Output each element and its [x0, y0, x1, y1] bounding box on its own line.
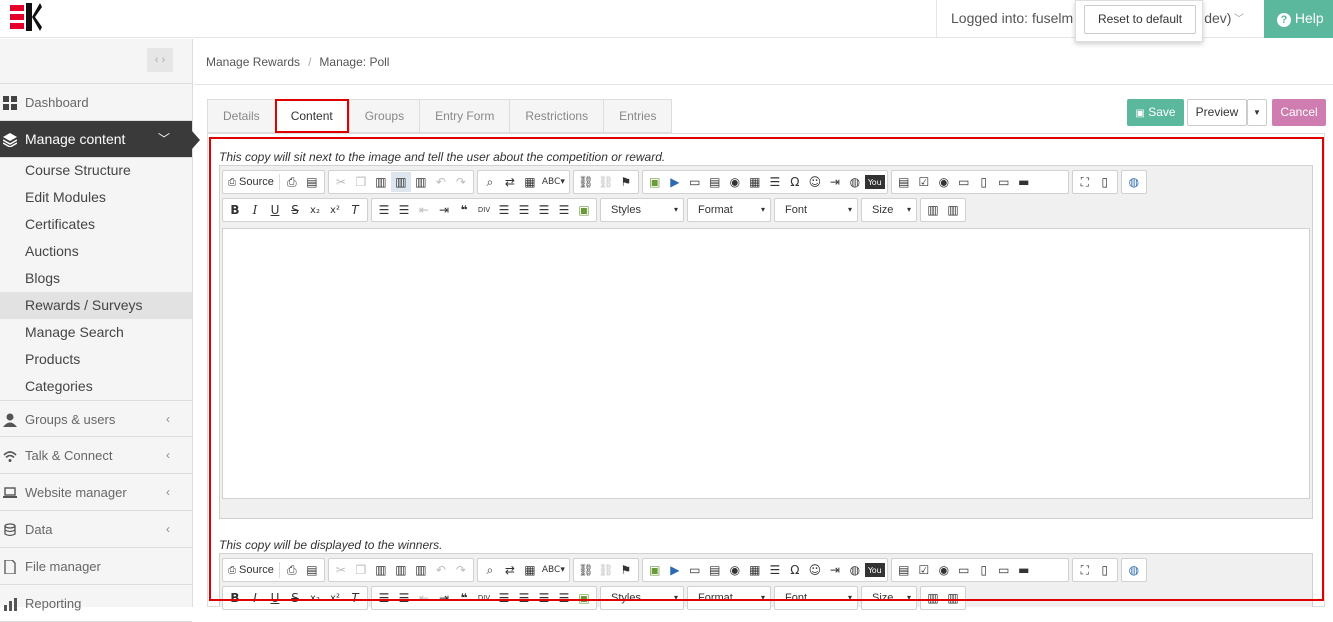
logo-icon[interactable] — [10, 3, 42, 31]
sidebar-item-website-manager[interactable]: Website manager ‹ — [0, 474, 192, 511]
sidebar-sub-rewards-surveys[interactable]: Rewards / Surveys — [0, 292, 192, 319]
sidebar-item-label: Website manager — [25, 485, 127, 500]
layers-icon — [3, 133, 17, 147]
tab-content[interactable]: Content — [274, 99, 349, 133]
preview-dropdown-button[interactable]: ▼ — [1247, 99, 1267, 126]
logged-in-suffix: dev) — [1204, 10, 1232, 26]
chevron-left-icon: ‹ — [166, 485, 170, 499]
tab-groups[interactable]: Groups — [348, 99, 420, 133]
sidebar-item-label: Dashboard — [25, 95, 89, 110]
save-label: Save — [1148, 105, 1176, 119]
sidebar-toggle-button[interactable]: ‹ › — [147, 48, 173, 72]
sidebar-sub-auctions[interactable]: Auctions — [0, 238, 192, 265]
chevron-down-icon: ﹀ — [1234, 14, 1244, 25]
sidebar: ‹ › Dashboard Manage content ﹀ Course St… — [0, 39, 200, 622]
sidebar-item-manage-content[interactable]: Manage content ﹀ — [0, 121, 200, 158]
chevron-left-icon: ‹ — [166, 412, 170, 426]
sidebar-item-data[interactable]: Data ‹ — [0, 511, 192, 548]
sidebar-sub-categories[interactable]: Categories — [0, 373, 192, 400]
sidebar-item-label: Groups & users — [25, 412, 116, 427]
wifi-icon — [3, 451, 17, 462]
preview-button[interactable]: Preview — [1187, 99, 1247, 126]
reset-to-default-button[interactable]: Reset to default — [1084, 5, 1196, 34]
dashboard-icon — [3, 96, 17, 110]
sidebar-item-file-manager[interactable]: File manager — [0, 548, 192, 585]
help-label: Help — [1294, 10, 1324, 26]
tab-entry-form[interactable]: Entry Form — [419, 99, 510, 133]
sidebar-sub-course-structure[interactable]: Course Structure — [0, 157, 192, 184]
sidebar-item-label: Reporting — [25, 596, 82, 611]
sidebar-sub-blogs[interactable]: Blogs — [0, 265, 192, 292]
tab-restrictions[interactable]: Restrictions — [509, 99, 604, 133]
sidebar-item-label: Data — [25, 522, 53, 537]
tab-details[interactable]: Details — [207, 99, 275, 133]
sidebar-sub-certificates[interactable]: Certificates — [0, 211, 192, 238]
sidebar-item-label: File manager — [25, 559, 101, 574]
chart-icon — [4, 598, 17, 611]
database-icon — [4, 523, 16, 537]
save-button[interactable]: ▣ Save — [1127, 99, 1184, 126]
content-highlight — [209, 137, 1324, 601]
action-buttons: ▣ Save Preview ▼ Cancel — [1127, 99, 1326, 126]
breadcrumb: Manage Rewards / Manage: Poll — [194, 39, 1333, 85]
help-button[interactable]: ? Help — [1264, 0, 1333, 38]
breadcrumb-current: Manage: Poll — [319, 55, 390, 69]
chevron-left-icon: ‹ — [166, 522, 170, 536]
sidebar-item-groups-users[interactable]: Groups & users ‹ — [0, 400, 192, 437]
sidebar-sub-products[interactable]: Products — [0, 346, 192, 373]
sidebar-item-reporting[interactable]: Reporting — [0, 585, 192, 622]
logged-in-label: Logged into: fuselm — [951, 10, 1074, 26]
cancel-button[interactable]: Cancel — [1272, 99, 1326, 126]
tab-entries[interactable]: Entries — [603, 99, 673, 133]
sidebar-item-label: Talk & Connect — [25, 448, 113, 463]
tab-bar: Details Content Groups Entry Form Restri… — [207, 99, 673, 133]
sidebar-item-label: Manage content — [25, 131, 126, 147]
user-icon — [3, 413, 17, 427]
file-icon — [4, 560, 16, 574]
reset-popover: Reset to default — [1075, 0, 1203, 42]
breadcrumb-link[interactable]: Manage Rewards — [206, 55, 300, 69]
sidebar-sub-edit-modules[interactable]: Edit Modules — [0, 184, 192, 211]
chevron-down-icon: ﹀ — [157, 132, 170, 146]
sidebar-sub-manage-search[interactable]: Manage Search — [0, 319, 192, 346]
top-bar: Logged into: fuselm dev) ﹀ ? Help Reset t… — [0, 0, 1333, 42]
save-icon: ▣ — [1135, 108, 1145, 119]
sidebar-item-talk-connect[interactable]: Talk & Connect ‹ — [0, 437, 192, 474]
sidebar-item-dashboard[interactable]: Dashboard — [0, 84, 192, 121]
laptop-icon — [3, 487, 17, 498]
chevron-left-icon: ‹ — [166, 448, 170, 462]
question-icon: ? — [1277, 13, 1291, 27]
